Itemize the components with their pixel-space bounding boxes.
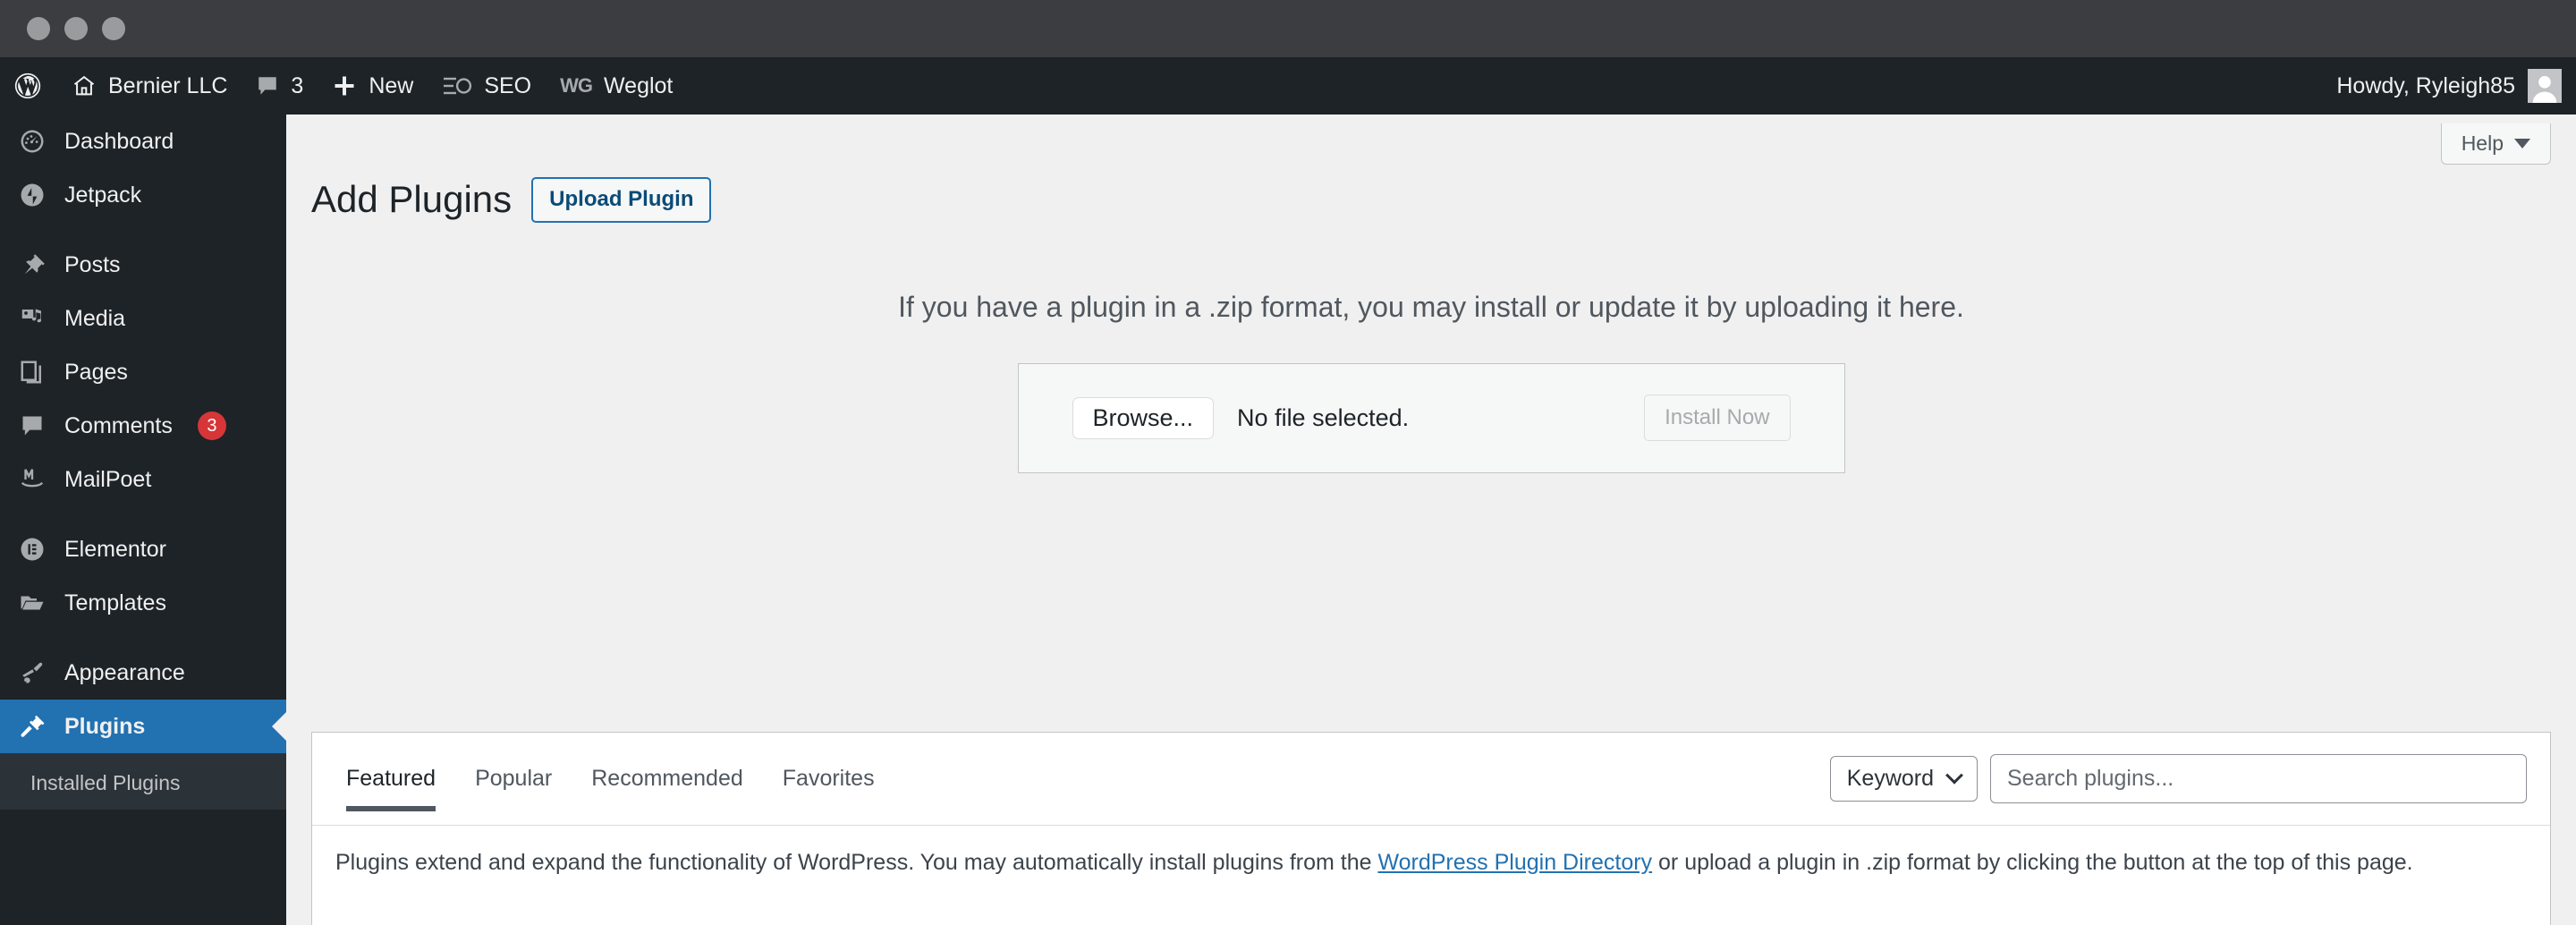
sidebar-item-appearance[interactable]: Appearance xyxy=(0,646,286,700)
help-button[interactable]: Help xyxy=(2440,123,2551,165)
sidebar-item-label: Plugins xyxy=(64,713,146,739)
upload-plugin-button[interactable]: Upload Plugin xyxy=(531,177,712,223)
tab-recommended[interactable]: Recommended xyxy=(572,733,763,826)
mailpoet-icon xyxy=(16,463,48,496)
plugin-upload-region: If you have a plugin in a .zip format, y… xyxy=(286,223,2576,473)
keyword-select-label: Keyword xyxy=(1846,766,1934,791)
window-close-button[interactable] xyxy=(27,17,50,40)
upload-instructions: If you have a plugin in a .zip format, y… xyxy=(898,290,1964,323)
tab-favorites[interactable]: Favorites xyxy=(763,733,894,826)
sidebar-item-mailpoet[interactable]: MailPoet xyxy=(0,453,286,506)
page-header: Add Plugins Upload Plugin xyxy=(286,165,2576,223)
yoast-seo-icon xyxy=(442,74,472,98)
help-row: Help xyxy=(286,115,2576,165)
folder-icon xyxy=(16,587,48,619)
sidebar-item-posts[interactable]: Posts xyxy=(0,238,286,292)
tab-popular[interactable]: Popular xyxy=(455,733,572,826)
weglot-label: Weglot xyxy=(604,72,674,98)
sidebar-item-plugins[interactable]: Plugins xyxy=(0,700,286,753)
site-name-label: Bernier LLC xyxy=(108,72,228,98)
plug-icon xyxy=(16,710,48,743)
sidebar-item-label: MailPoet xyxy=(64,466,152,492)
jetpack-icon xyxy=(16,179,48,211)
tab-featured[interactable]: Featured xyxy=(326,733,455,826)
admin-bar-weglot[interactable]: WG Weglot xyxy=(546,57,687,115)
pages-icon xyxy=(16,356,48,388)
panel-description: Plugins extend and expand the functional… xyxy=(312,826,2550,880)
wordpress-logo-icon xyxy=(13,71,43,101)
keyword-type-select[interactable]: Keyword xyxy=(1829,756,1978,802)
window-minimize-button[interactable] xyxy=(64,17,88,40)
pin-icon xyxy=(16,249,48,281)
sidebar-item-jetpack[interactable]: Jetpack xyxy=(0,168,286,222)
window-maximize-button[interactable] xyxy=(102,17,125,40)
sidebar-item-label: Templates xyxy=(64,590,166,615)
status-badge: 3 xyxy=(197,412,226,440)
dashboard-icon xyxy=(16,125,48,157)
plugin-upload-box: Browse... No file selected. Install Now xyxy=(1017,362,1845,473)
page-title: Add Plugins xyxy=(311,178,513,221)
sidebar-item-templates[interactable]: Templates xyxy=(0,576,286,630)
description-text-after: or upload a plugin in .zip format by cli… xyxy=(1652,850,2413,875)
sidebar-separator xyxy=(0,506,286,522)
sidebar-item-elementor[interactable]: Elementor xyxy=(0,522,286,576)
admin-bar-comments[interactable]: 3 xyxy=(242,57,318,115)
comment-bubble-icon xyxy=(256,74,279,98)
sidebar-item-pages[interactable]: Pages xyxy=(0,345,286,399)
sidebar-item-label: Dashboard xyxy=(64,128,174,154)
sidebar-item-dashboard[interactable]: Dashboard xyxy=(0,115,286,168)
sidebar-item-label: Posts xyxy=(64,251,121,277)
weglot-icon: WG xyxy=(560,74,593,97)
sidebar-separator xyxy=(0,222,286,238)
plugin-browser-panel: Featured Popular Recommended Favorites K… xyxy=(311,732,2551,925)
sidebar-separator xyxy=(0,630,286,646)
help-label: Help xyxy=(2461,132,2504,155)
sidebar-item-media[interactable]: Media xyxy=(0,292,286,345)
sidebar-item-label: Comments xyxy=(64,412,173,438)
wordpress-plugin-directory-link[interactable]: WordPress Plugin Directory xyxy=(1377,850,1652,875)
admin-bar-new-content[interactable]: New xyxy=(318,57,428,115)
avatar[interactable] xyxy=(2528,69,2562,103)
sidebar-item-label: Jetpack xyxy=(64,182,142,208)
install-now-button[interactable]: Install Now xyxy=(1644,395,1791,442)
sidebar-item-label: Appearance xyxy=(64,659,185,685)
elementor-icon xyxy=(16,533,48,565)
panel-toolbar: Featured Popular Recommended Favorites K… xyxy=(312,733,2550,826)
search-plugins-input[interactable] xyxy=(1990,754,2527,803)
sidebar-item-comments[interactable]: Comments 3 xyxy=(0,399,286,453)
admin-content: Help Add Plugins Upload Plugin If you ha… xyxy=(286,115,2576,925)
admin-sidebar: Dashboard Jetpack Posts Media Pages Comm… xyxy=(0,115,286,925)
chevron-down-icon xyxy=(1945,766,1963,785)
browse-button[interactable]: Browse... xyxy=(1072,396,1215,439)
media-icon xyxy=(16,302,48,335)
chevron-down-icon xyxy=(2514,139,2530,149)
howdy-label: Howdy, Ryleigh85 xyxy=(2336,72,2515,98)
comment-count-label: 3 xyxy=(291,72,304,98)
sidebar-item-label: Elementor xyxy=(64,536,166,562)
home-icon xyxy=(72,73,97,98)
window-title-bar xyxy=(0,0,2576,57)
admin-bar-seo[interactable]: SEO xyxy=(428,57,546,115)
file-status-label: No file selected. xyxy=(1237,403,1410,431)
new-label: New xyxy=(369,72,414,98)
comment-icon xyxy=(16,410,48,442)
description-text-before: Plugins extend and expand the functional… xyxy=(335,850,1378,875)
seo-label: SEO xyxy=(484,72,532,98)
sidebar-submenu-plugins: Installed Plugins xyxy=(0,753,286,810)
sidebar-subitem-installed-plugins[interactable]: Installed Plugins xyxy=(0,766,286,801)
sidebar-item-label: Media xyxy=(64,305,126,331)
brush-icon xyxy=(16,657,48,689)
plugin-tabs: Featured Popular Recommended Favorites xyxy=(312,733,894,826)
sidebar-item-label: Pages xyxy=(64,359,128,385)
admin-bar-account[interactable]: Howdy, Ryleigh85 xyxy=(2336,69,2576,103)
search-controls: Keyword xyxy=(1829,754,2527,803)
wp-admin-bar: Bernier LLC 3 New SEO WG Weglot Howdy, R… xyxy=(0,57,2576,115)
admin-bar-wp-logo[interactable] xyxy=(0,57,57,115)
admin-bar-site-name[interactable]: Bernier LLC xyxy=(57,57,242,115)
plus-icon xyxy=(332,73,357,98)
